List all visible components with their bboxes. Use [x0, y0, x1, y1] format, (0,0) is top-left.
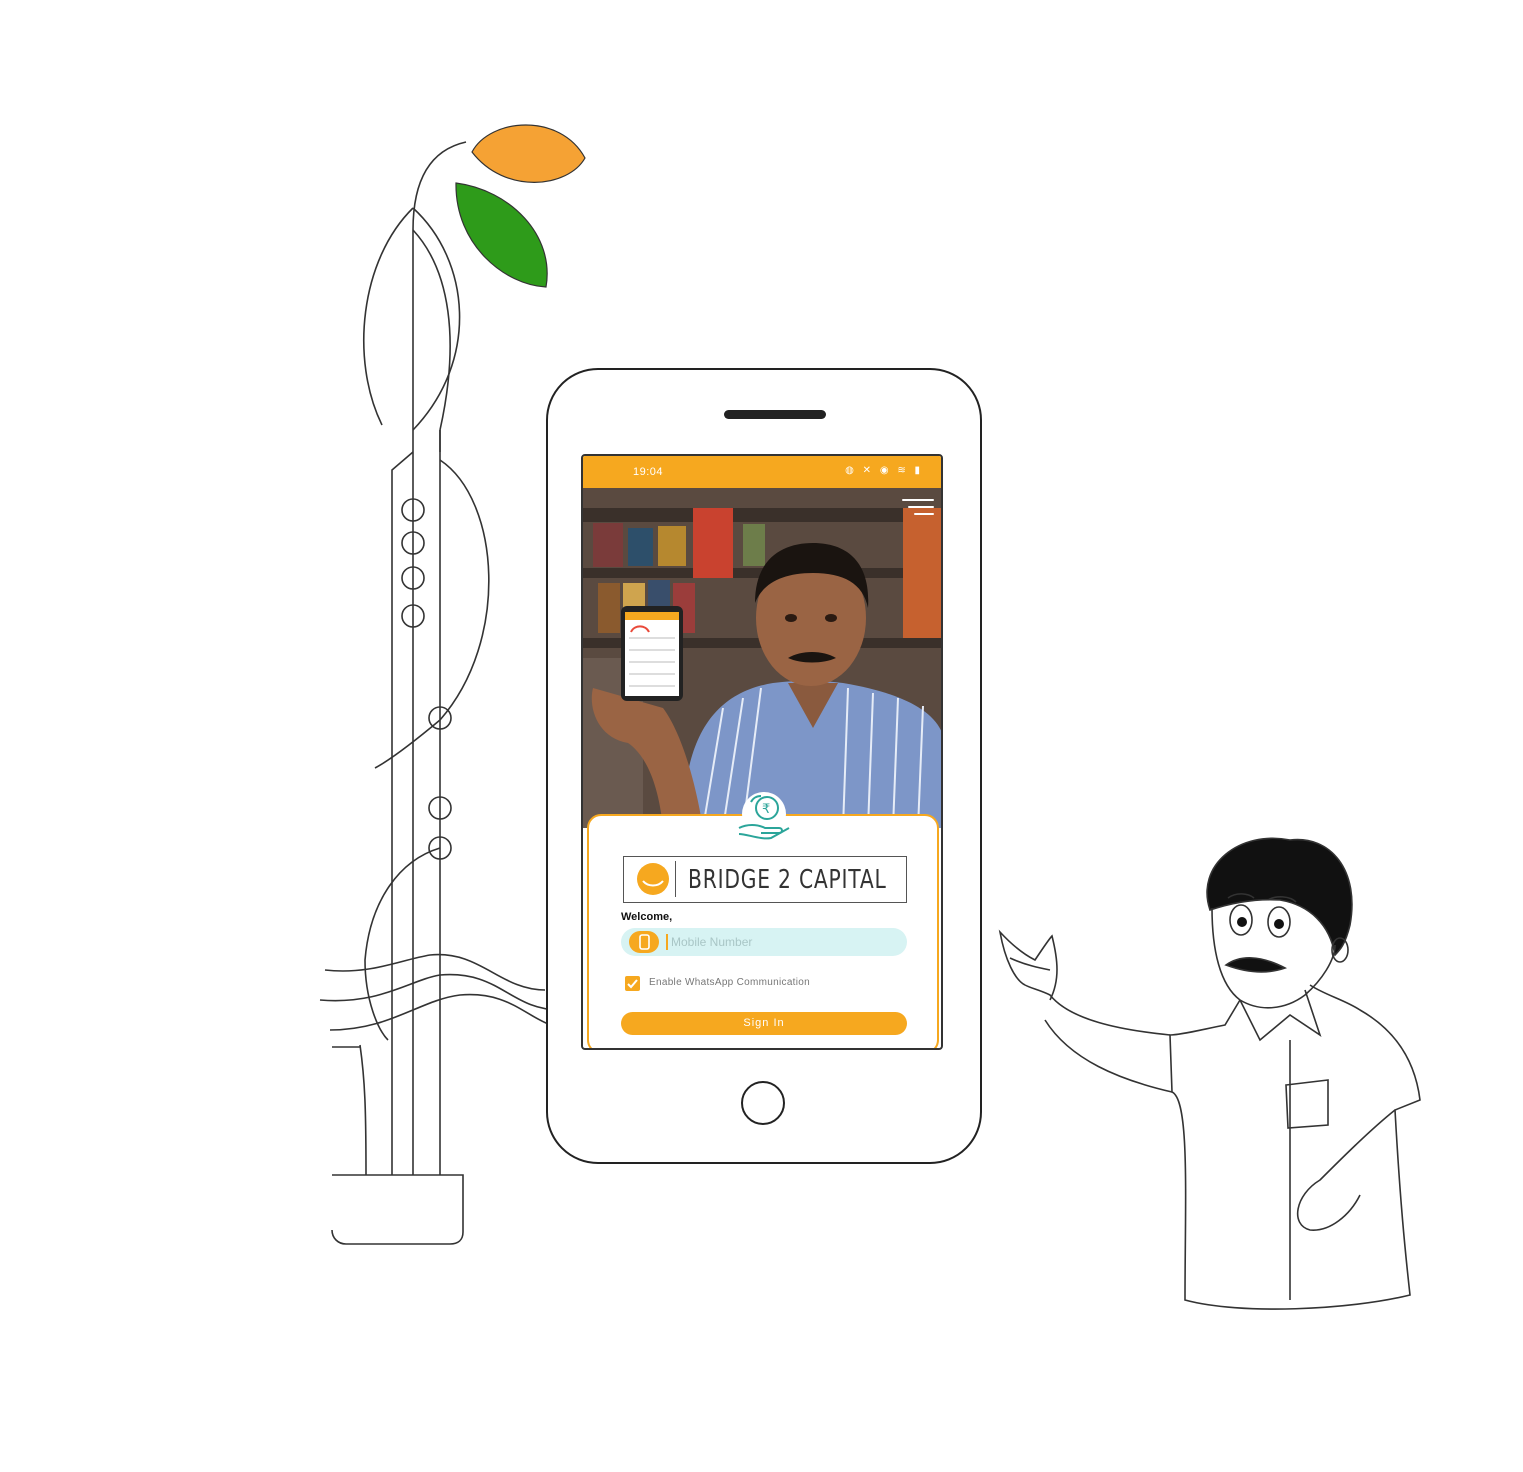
svg-text:₹: ₹ [762, 802, 770, 817]
sign-in-button[interactable]: Sign In [621, 1012, 907, 1035]
text-cursor [666, 934, 668, 950]
brand-logo: BRIDGE 2 CAPITAL [623, 856, 907, 903]
mobile-number-field[interactable] [621, 928, 907, 956]
shopkeeper-cartoon [998, 837, 1421, 1310]
phone-speaker [724, 410, 826, 419]
logo-circle-icon [637, 863, 669, 895]
hero-photo [583, 488, 941, 828]
hamburger-menu-icon[interactable] [901, 496, 935, 518]
whatsapp-label: Enable WhatsApp Communication [649, 977, 810, 988]
green-leaf [455, 182, 548, 288]
status-icons: ◍ ✕ ◉ ≋ ▮ [845, 465, 923, 476]
rupee-hand-icon: ₹ [738, 792, 790, 840]
phone-screen: 19:04 ◍ ✕ ◉ ≋ ▮ ₹ BRIDGE 2 CAPITAL Welco… [581, 454, 943, 1050]
home-button[interactable] [741, 1081, 785, 1125]
mobile-number-input[interactable] [671, 933, 891, 951]
mobile-phone-icon [639, 934, 650, 950]
status-bar: 19:04 ◍ ✕ ◉ ≋ ▮ [583, 456, 941, 488]
checkmark-icon [627, 979, 638, 989]
logo-mark [631, 861, 676, 897]
login-card: ₹ BRIDGE 2 CAPITAL Welcome, Mobile Numbe… [587, 792, 939, 1048]
plant-illustration [319, 141, 579, 1245]
whatsapp-checkbox[interactable] [625, 976, 640, 991]
orange-leaf [471, 124, 586, 183]
welcome-text: Welcome, [621, 911, 673, 923]
phone-badge [629, 931, 659, 953]
logo-text: BRIDGE 2 CAPITAL [688, 865, 887, 895]
status-time: 19:04 [633, 466, 664, 478]
shopkeeper-photo [583, 488, 941, 828]
